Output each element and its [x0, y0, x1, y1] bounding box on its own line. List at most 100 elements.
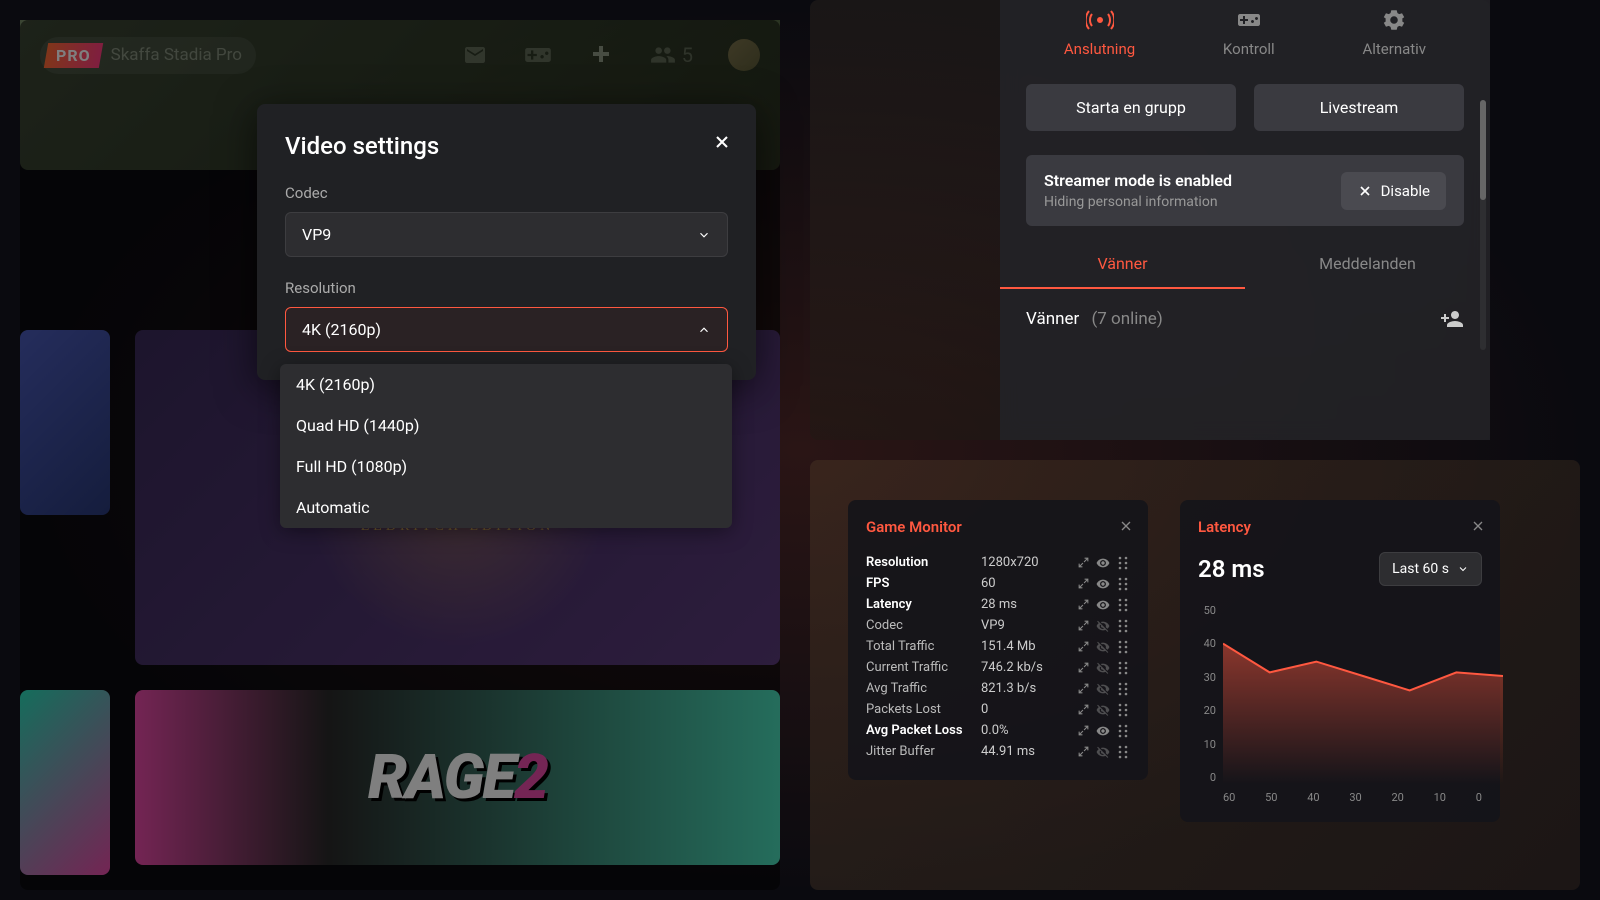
resolution-select-value: 4K (2160p) [302, 320, 381, 339]
gm-row-label: Codec [866, 618, 981, 633]
gm-row-value: 0.0% [981, 723, 1061, 738]
drag-handle-icon[interactable] [1116, 556, 1130, 570]
gm-row-value: 151.4 Mb [981, 639, 1061, 654]
add-friend-icon[interactable] [1440, 307, 1464, 331]
gm-row-value: 746.2 kb/s [981, 660, 1061, 675]
disable-button[interactable]: Disable [1341, 172, 1446, 210]
y-tick: 40 [1198, 637, 1216, 650]
expand-icon[interactable] [1076, 577, 1090, 591]
visibility-icon[interactable] [1096, 640, 1110, 654]
sidebar-tab-connection[interactable]: Anslutning [1064, 6, 1135, 58]
monitor-panel-bg: Game Monitor Resolution1280x720FPS60Late… [810, 460, 1580, 890]
expand-icon[interactable] [1076, 661, 1090, 675]
codec-label: Codec [285, 184, 728, 202]
close-icon[interactable] [1118, 518, 1134, 534]
gm-row-value: VP9 [981, 618, 1061, 633]
x-tick: 20 [1392, 791, 1404, 804]
gm-row: Total Traffic151.4 Mb [866, 636, 1130, 657]
gm-row-value: 1280x720 [981, 555, 1061, 570]
sidebar-tab-label: Alternativ [1362, 40, 1426, 58]
x-tick: 10 [1434, 791, 1446, 804]
x-tick: 30 [1349, 791, 1361, 804]
drag-handle-icon[interactable] [1116, 577, 1130, 591]
gm-row-label: Jitter Buffer [866, 744, 981, 759]
y-tick: 20 [1198, 704, 1216, 717]
visibility-icon[interactable] [1096, 682, 1110, 696]
expand-icon[interactable] [1076, 598, 1090, 612]
resolution-label: Resolution [285, 279, 728, 297]
sidebar-tab-options[interactable]: Alternativ [1362, 6, 1426, 58]
chevron-up-icon [697, 323, 711, 337]
messages-tab[interactable]: Meddelanden [1245, 240, 1490, 289]
close-icon[interactable] [1470, 518, 1486, 534]
gm-row: Packets Lost0 [866, 699, 1130, 720]
visibility-icon[interactable] [1096, 619, 1110, 633]
expand-icon[interactable] [1076, 745, 1090, 759]
drag-handle-icon[interactable] [1116, 745, 1130, 759]
chevron-down-icon [1457, 563, 1469, 575]
resolution-dropdown: 4K (2160p) Quad HD (1440p) Full HD (1080… [280, 364, 732, 528]
visibility-icon[interactable] [1096, 556, 1110, 570]
visibility-icon[interactable] [1096, 577, 1110, 591]
gm-row: CodecVP9 [866, 615, 1130, 636]
latency-range-select[interactable]: Last 60 s [1379, 552, 1482, 586]
drag-handle-icon[interactable] [1116, 703, 1130, 717]
close-icon [1357, 183, 1373, 199]
dropdown-option-fhd[interactable]: Full HD (1080p) [280, 446, 732, 487]
livestream-button[interactable]: Livestream [1254, 84, 1464, 131]
x-tick: 40 [1307, 791, 1319, 804]
visibility-icon[interactable] [1096, 598, 1110, 612]
dropdown-option-4k[interactable]: 4K (2160p) [280, 364, 732, 405]
codec-select[interactable]: VP9 [285, 212, 728, 257]
resolution-select[interactable]: 4K (2160p) [285, 307, 728, 352]
expand-icon[interactable] [1076, 640, 1090, 654]
dropdown-option-qhd[interactable]: Quad HD (1440p) [280, 405, 732, 446]
latency-range-label: Last 60 s [1392, 561, 1449, 577]
controller-icon [1235, 6, 1263, 34]
gm-row-value: 0 [981, 702, 1061, 717]
game-monitor-title: Game Monitor [866, 518, 1130, 536]
expand-icon[interactable] [1076, 724, 1090, 738]
banner-subtitle: Hiding personal information [1044, 194, 1232, 210]
drag-handle-icon[interactable] [1116, 640, 1130, 654]
sidebar-tab-controller[interactable]: Kontroll [1223, 6, 1275, 58]
sidebar-tab-label: Kontroll [1223, 40, 1275, 58]
gm-row-label: Avg Traffic [866, 681, 981, 696]
latency-title: Latency [1198, 518, 1482, 536]
gear-icon [1381, 6, 1407, 34]
gm-row-value: 44.91 ms [981, 744, 1061, 759]
online-count: (7 online) [1091, 309, 1162, 329]
gm-row-label: FPS [866, 576, 981, 591]
visibility-icon[interactable] [1096, 661, 1110, 675]
scrollbar[interactable] [1480, 100, 1486, 350]
expand-icon[interactable] [1076, 682, 1090, 696]
visibility-icon[interactable] [1096, 724, 1110, 738]
gm-row: Latency28 ms [866, 594, 1130, 615]
drag-handle-icon[interactable] [1116, 682, 1130, 696]
expand-icon[interactable] [1076, 619, 1090, 633]
drag-handle-icon[interactable] [1116, 598, 1130, 612]
visibility-icon[interactable] [1096, 703, 1110, 717]
dropdown-option-auto[interactable]: Automatic [280, 487, 732, 528]
drag-handle-icon[interactable] [1116, 724, 1130, 738]
gm-row-value: 28 ms [981, 597, 1061, 612]
expand-icon[interactable] [1076, 556, 1090, 570]
chevron-down-icon [697, 228, 711, 242]
drag-handle-icon[interactable] [1116, 619, 1130, 633]
gm-row-value: 60 [981, 576, 1061, 591]
visibility-icon[interactable] [1096, 745, 1110, 759]
start-group-button[interactable]: Starta en grupp [1026, 84, 1236, 131]
signal-icon [1086, 6, 1114, 34]
drag-handle-icon[interactable] [1116, 661, 1130, 675]
latency-chart: 50403020100 6050403020100 [1218, 604, 1482, 804]
friends-tab[interactable]: Vänner [1000, 240, 1245, 289]
gm-row-label: Avg Packet Loss [866, 723, 981, 738]
banner-title: Streamer mode is enabled [1044, 171, 1232, 190]
gm-row-label: Packets Lost [866, 702, 981, 717]
connection-panel-bg: Anslutning Kontroll Alternativ Starta en… [810, 0, 1490, 440]
close-icon[interactable] [712, 132, 732, 152]
x-tick: 0 [1476, 791, 1482, 804]
y-tick: 0 [1198, 771, 1216, 784]
expand-icon[interactable] [1076, 703, 1090, 717]
gm-row-label: Current Traffic [866, 660, 981, 675]
